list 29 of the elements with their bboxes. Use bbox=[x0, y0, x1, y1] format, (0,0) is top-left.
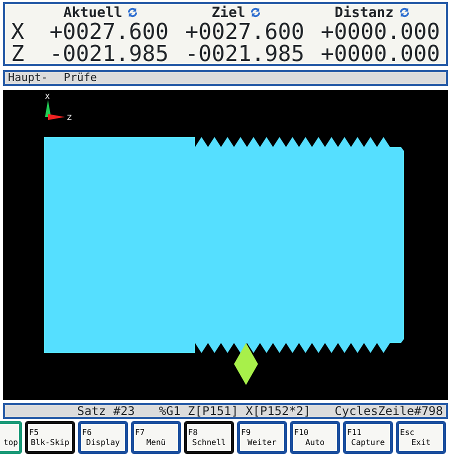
softkey-button[interactable]: F8 Schnell bbox=[184, 421, 234, 454]
refresh-icon[interactable] bbox=[250, 7, 262, 18]
softkey-button[interactable]: F6 Display bbox=[78, 421, 128, 454]
coordinate-value: -0021.985 bbox=[185, 42, 304, 67]
coordinate-value: +0027.600 bbox=[185, 20, 304, 45]
coordinate-value: +0000.000 bbox=[320, 20, 440, 45]
softkey-button[interactable]: Esc Exit bbox=[396, 421, 446, 454]
status-text: CyclesZeile#798 bbox=[334, 405, 443, 417]
mode-label: Prüfe bbox=[64, 72, 97, 84]
status-text: %G1 Z[P151] X[P152*2] bbox=[158, 405, 311, 417]
softkey-button[interactable]: F5 Blk-Skip bbox=[25, 421, 75, 454]
softkey-button[interactable]: F7 Menü bbox=[131, 421, 181, 454]
mode-label: Haupt- bbox=[8, 72, 48, 84]
column-header: Distanz bbox=[334, 5, 394, 21]
coordinate-value: +0000.000 bbox=[320, 42, 440, 67]
softkey-button[interactable]: top bbox=[0, 421, 22, 454]
column-header: Ziel bbox=[212, 5, 246, 21]
status-text: Satz #23 bbox=[77, 405, 135, 417]
softkey-button[interactable]: F9 Weiter bbox=[237, 421, 287, 454]
refresh-icon[interactable] bbox=[127, 7, 138, 18]
column-header: Aktuell bbox=[63, 5, 122, 21]
axis-label: Z bbox=[11, 42, 24, 67]
axis-label: X bbox=[11, 20, 24, 45]
softkey-button[interactable]: F11 Capture bbox=[343, 421, 393, 454]
coordinate-value: -0021.985 bbox=[49, 42, 169, 67]
refresh-icon[interactable] bbox=[398, 7, 410, 18]
coordinate-value: +0027.600 bbox=[49, 20, 169, 45]
softkey-button[interactable]: F10 Auto bbox=[290, 421, 340, 454]
tool-icon bbox=[234, 343, 258, 385]
